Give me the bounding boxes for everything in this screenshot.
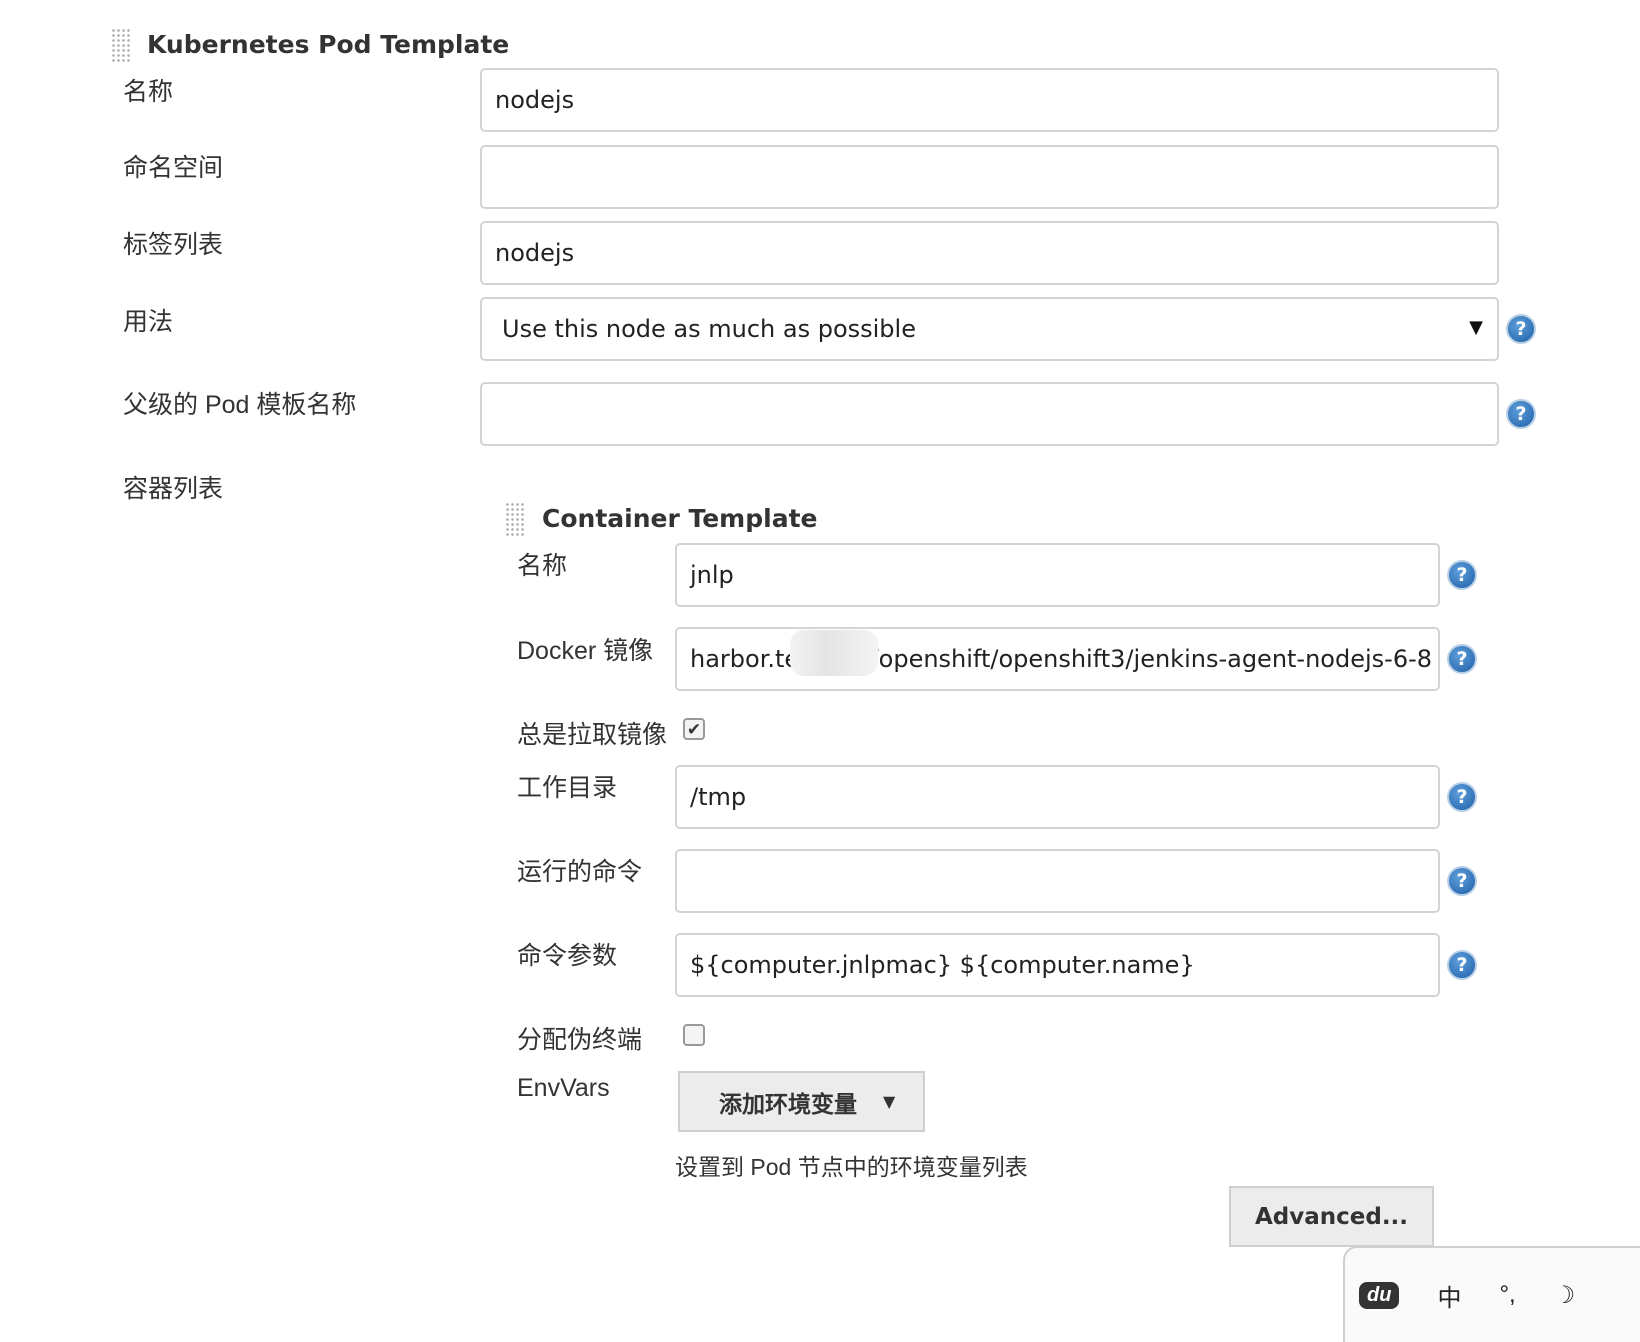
add-env-var-label: 添加环境变量 [719, 1091, 857, 1118]
labels-input[interactable]: nodejs [480, 221, 1499, 285]
envvars-help-text: 设置到 Pod 节点中的环境变量列表 [675, 1154, 1028, 1180]
ime-mode-toggle[interactable]: 中 [1437, 1278, 1461, 1313]
pod-template-title: Kubernetes Pod Template [147, 30, 510, 59]
workdir-input[interactable]: /tmp [675, 765, 1440, 829]
question-circle-icon[interactable]: ? [1506, 314, 1536, 344]
question-circle-icon[interactable]: ? [1447, 560, 1477, 590]
pod-name-input[interactable]: nodejs [480, 68, 1499, 132]
parent-template-input[interactable] [480, 382, 1499, 446]
add-env-var-button[interactable]: 添加环境变量 ▼ [678, 1071, 925, 1132]
question-circle-icon[interactable]: ? [1447, 866, 1477, 896]
ime-logo-icon[interactable]: du [1359, 1281, 1400, 1309]
envvars-label: EnvVars [517, 1074, 610, 1102]
container-name-input[interactable]: jnlp [675, 543, 1440, 607]
workdir-label: 工作目录 [517, 774, 618, 802]
redaction-blur [790, 630, 878, 676]
namespace-input[interactable] [480, 145, 1499, 209]
question-circle-icon[interactable]: ? [1447, 644, 1477, 674]
tty-label: 分配伪终端 [517, 1026, 643, 1054]
containers-label: 容器列表 [123, 475, 224, 503]
advanced-button[interactable]: Advanced... [1229, 1186, 1434, 1247]
args-label: 命令参数 [517, 942, 618, 970]
container-name-label: 名称 [517, 552, 568, 580]
pod-name-label: 名称 [123, 78, 174, 106]
usage-select-value: Use this node as much as possible [502, 315, 916, 343]
caret-down-icon: ▼ [883, 1092, 896, 1111]
args-input[interactable]: ${computer.jnlpmac} ${computer.name} [675, 933, 1440, 997]
command-input[interactable] [675, 849, 1440, 913]
question-circle-icon[interactable]: ? [1447, 950, 1477, 980]
question-circle-icon[interactable]: ? [1447, 782, 1477, 812]
usage-label: 用法 [123, 308, 174, 336]
command-label: 运行的命令 [517, 858, 643, 886]
check-icon: ✔ [686, 719, 702, 739]
usage-select[interactable]: Use this node as much as possible ▼ [480, 297, 1499, 361]
always-pull-label: 总是拉取镜像 [517, 721, 668, 749]
namespace-label: 命名空间 [123, 154, 224, 182]
caret-down-icon: ▼ [1469, 317, 1483, 338]
drag-handle-icon[interactable] [111, 28, 131, 62]
drag-handle-icon[interactable] [505, 502, 525, 536]
parent-template-label: 父级的 Pod 模板名称 [123, 391, 357, 419]
tty-checkbox[interactable] [683, 1024, 705, 1046]
labels-label: 标签列表 [123, 231, 224, 259]
always-pull-checkbox[interactable]: ✔ [683, 718, 705, 740]
docker-image-label: Docker 镜像 [517, 637, 654, 665]
ime-punct-toggle[interactable]: °, [1499, 1281, 1515, 1309]
ime-moon-icon[interactable]: ☽ [1554, 1281, 1576, 1310]
container-template-title: Container Template [542, 504, 818, 533]
question-circle-icon[interactable]: ? [1506, 399, 1536, 429]
ime-toolbar[interactable]: du 中 °, ☽ [1343, 1246, 1640, 1342]
